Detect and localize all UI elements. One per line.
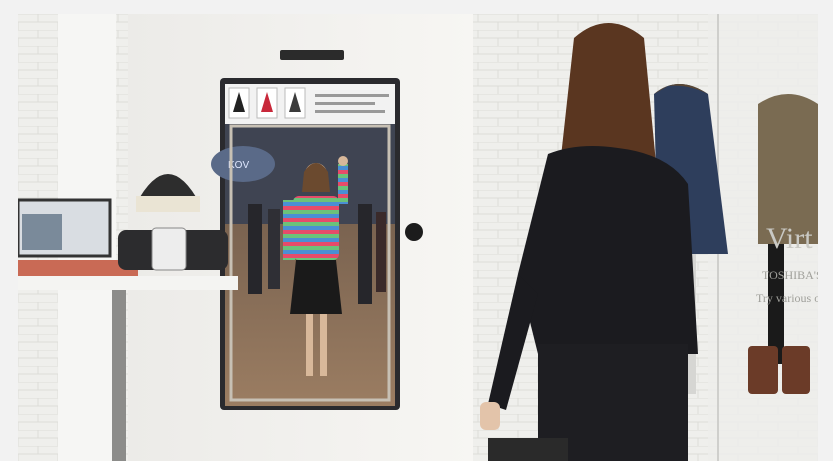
side-table-top <box>18 276 238 290</box>
boots <box>748 346 778 394</box>
screen-woman-skirt <box>290 260 342 314</box>
phone <box>151 227 187 271</box>
image-frame: KOV Virt TOSHIBA'S Try various o <box>0 0 833 461</box>
window-text-line2: TOSHIBA'S <box>762 268 818 282</box>
side-table-leg <box>112 290 126 461</box>
window-text-large: Virt <box>766 222 813 255</box>
screen-woman-sweater <box>293 196 339 260</box>
woman-jacket <box>518 146 698 354</box>
panel-knob <box>405 223 423 241</box>
photo: KOV Virt TOSHIBA'S Try various o <box>18 14 818 461</box>
window-text-line3: Try various o <box>756 291 818 305</box>
scene-illustration: KOV Virt TOSHIBA'S Try various o <box>18 14 818 461</box>
camera-sensor-bar <box>280 50 344 60</box>
